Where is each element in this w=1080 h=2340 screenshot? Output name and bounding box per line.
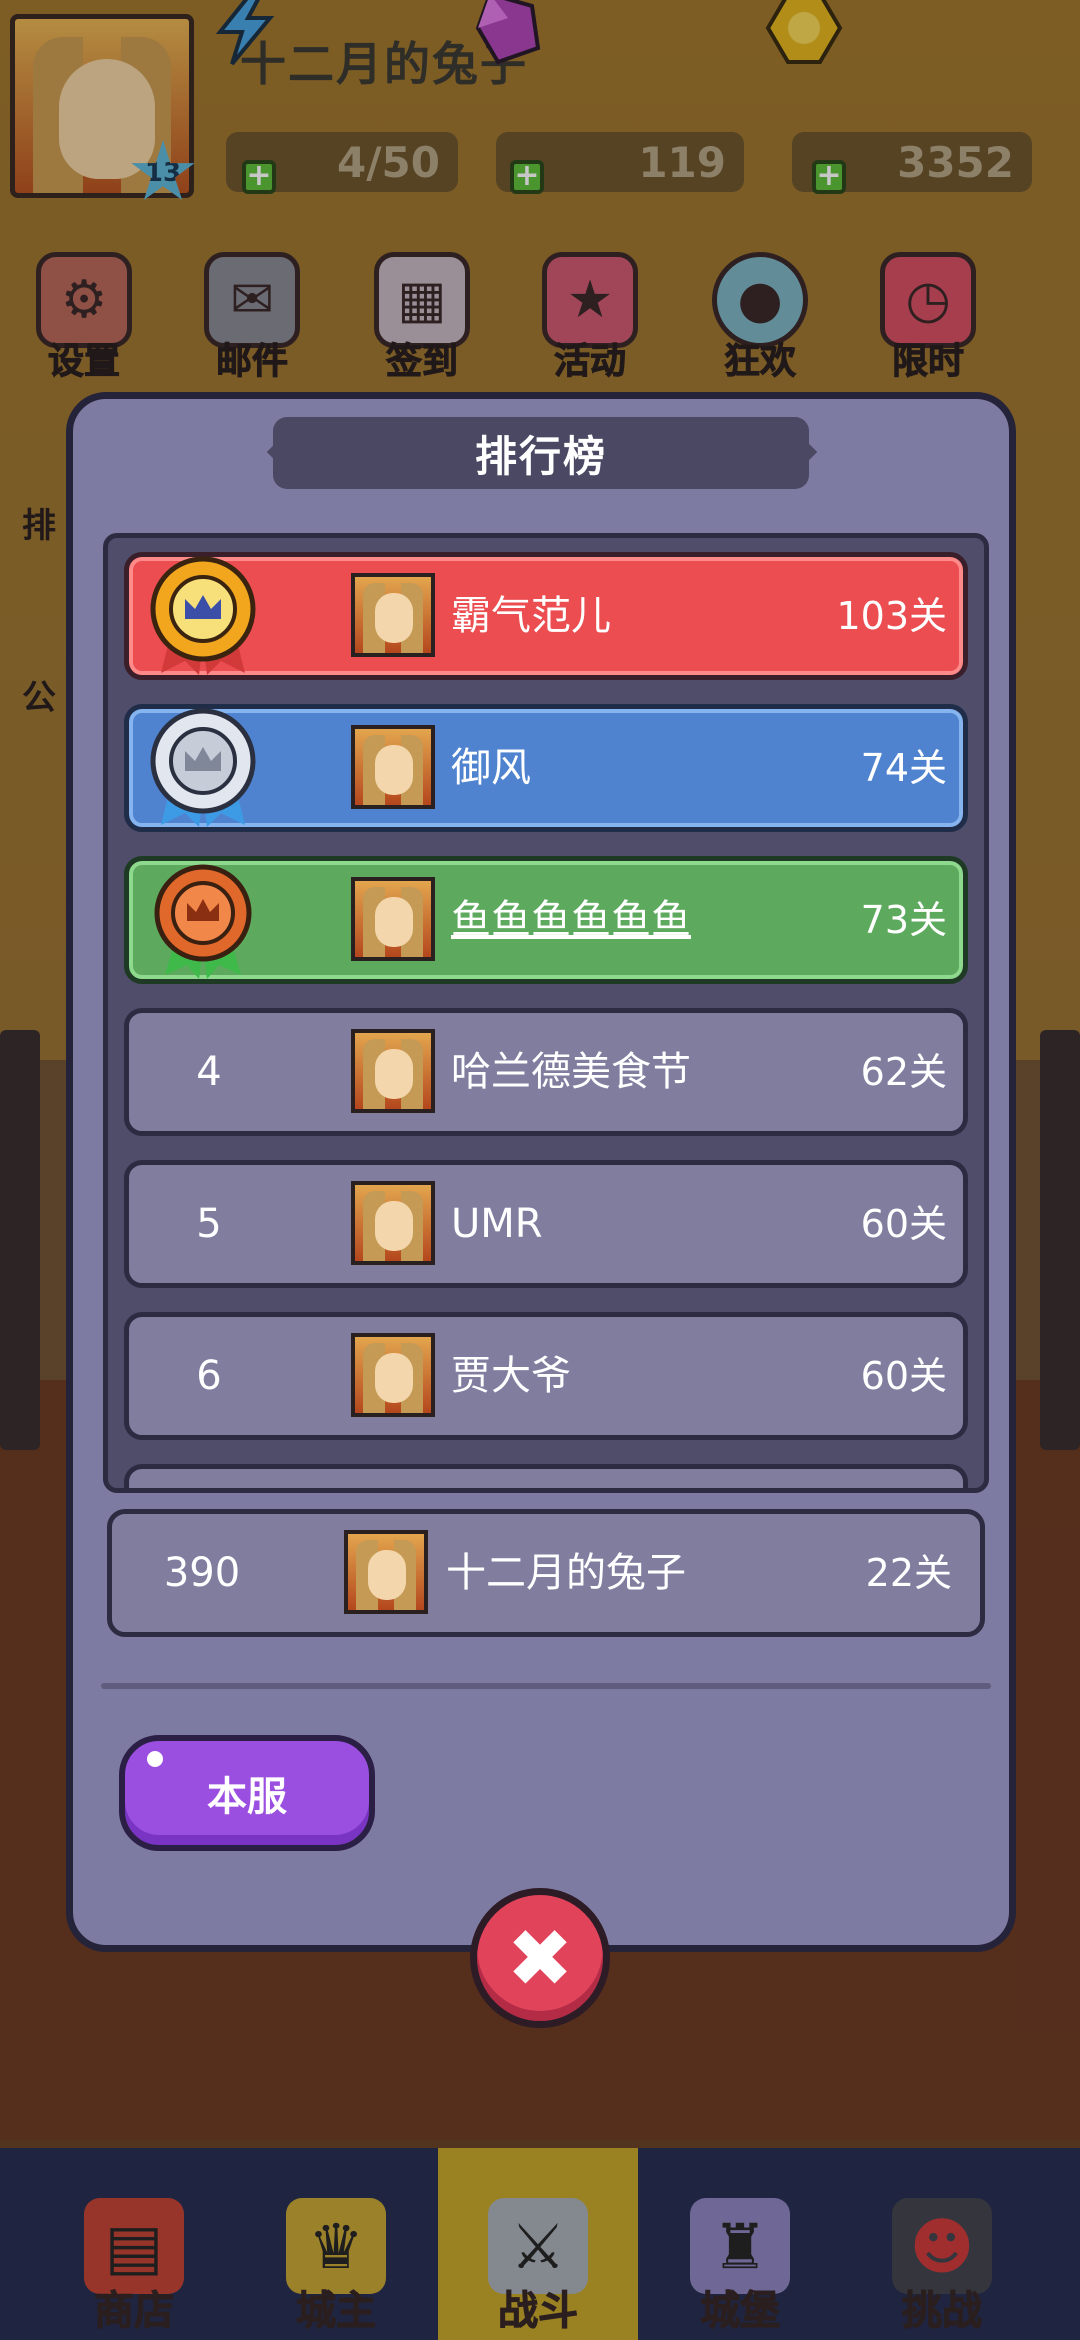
server-button[interactable]: 本服 [119,1735,375,1851]
nav-castle[interactable]: ♜ 城堡 [640,2148,840,2340]
row-rank: 4 [196,1049,222,1095]
row-avatar [351,573,435,657]
ranking-row[interactable]: 4 哈兰德美食节 62关 [124,1008,968,1136]
ranking-row[interactable]: 5 UMR 60关 [124,1160,968,1288]
ranking-list[interactable]: 霸气范儿 103关 御风 74关 鱼鱼鱼鱼鱼鱼 73关 4 哈兰德美食节 62关… [103,533,989,1493]
gold-medal-icon [150,556,256,675]
row-avatar [351,1181,435,1265]
leaderboard-modal: 排行榜 霸气范儿 103关 御风 74关 鱼鱼鱼鱼鱼鱼 73关 4 哈兰德美食节… [66,392,1016,1952]
row-score: 74关 [860,746,947,790]
row-avatar [351,1029,435,1113]
button-shine [147,1751,163,1767]
row-score: 103关 [836,594,947,638]
row-score: 60关 [860,1354,947,1398]
row-avatar [351,1333,435,1417]
self-ranking-row: 390 十二月的兔子 22关 [107,1509,985,1637]
ranking-row[interactable]: 鱼鱼鱼鱼鱼鱼 73关 [124,856,968,984]
row-avatar [351,877,435,961]
row-player-name: 贾大爷 [451,1353,571,1399]
server-button-label: 本服 [207,1774,287,1820]
silver-medal-icon [150,708,256,827]
ranking-row[interactable]: 6 贾大爷 60关 [124,1312,968,1440]
nav-label: 战斗 [498,2288,579,2335]
nav-label: 挑战 [902,2288,983,2335]
row-player-name: 霸气范儿 [451,593,611,639]
modal-title: 排行榜 [474,431,607,481]
ranking-row[interactable]: 霸气范儿 103关 [124,552,968,680]
row-score: 60关 [860,1202,947,1246]
row-rank: 6 [196,1353,222,1399]
nav-label: 城堡 [700,2288,781,2335]
nav-lord[interactable]: ♛ 城主 [236,2148,436,2340]
self-avatar [344,1530,428,1614]
nav-label: 城主 [296,2288,377,2335]
nav-shop[interactable]: ▤ 商店 [34,2148,234,2340]
row-avatar [351,725,435,809]
row-rank: 5 [196,1201,222,1247]
self-score: 22关 [865,1551,952,1595]
nav-challenge[interactable]: ☻ 挑战 [842,2148,1042,2340]
nav-label: 商店 [94,2288,175,2335]
self-player-name: 十二月的兔子 [446,1550,686,1596]
divider [101,1683,991,1689]
ranking-row-partial[interactable] [124,1464,968,1488]
row-player-name: 鱼鱼鱼鱼鱼鱼 [451,897,691,943]
modal-title-bar: 排行榜 [273,417,809,489]
close-icon[interactable]: ✖ [470,1888,610,2028]
bottom-nav: ▤ 商店 ♛ 城主 ⚔ 战斗 ♜ 城堡 ☻ 挑战 [0,2148,1080,2340]
ranking-row[interactable]: 御风 74关 [124,704,968,832]
self-rank: 390 [163,1550,241,1596]
row-score: 73关 [860,898,947,942]
row-player-name: UMR [451,1201,543,1247]
nav-battle[interactable]: ⚔ 战斗 [438,2148,638,2340]
bronze-medal-icon [154,864,252,979]
row-score: 62关 [860,1050,947,1094]
row-player-name: 哈兰德美食节 [451,1049,691,1095]
row-player-name: 御风 [451,745,531,791]
